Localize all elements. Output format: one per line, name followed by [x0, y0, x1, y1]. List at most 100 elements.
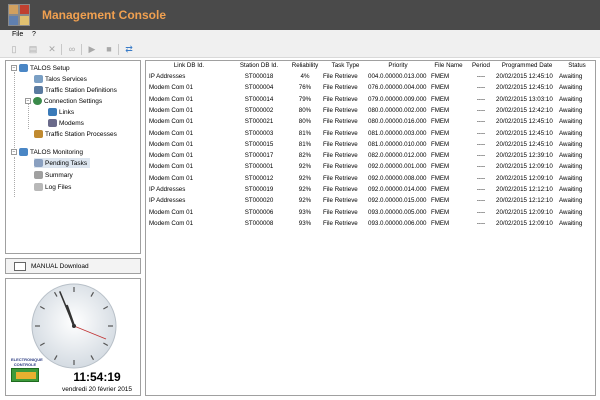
table-cell: 093.0.00000.006.000 — [368, 219, 427, 227]
tree-node-log-files[interactable]: Log Files — [34, 182, 71, 192]
table-row[interactable]: Modem Com 01 ST000021 80% File Retrieve 080.… — [146, 117, 595, 127]
tree-node-pending-tasks[interactable]: Pending Tasks — [34, 158, 91, 168]
tree-node-traffic-station-definitions[interactable]: Traffic Station Definitions — [34, 85, 117, 95]
table-cell: Awaiting — [559, 152, 583, 160]
process-icon — [34, 130, 43, 138]
menu-file[interactable]: File — [12, 31, 23, 38]
table-cell: Awaiting — [559, 197, 583, 205]
table-cell: ST000014 — [244, 95, 274, 103]
table-cell: File Retrieve — [323, 197, 358, 205]
refresh-icon[interactable]: ⇄ — [123, 44, 135, 55]
tree-node-summary[interactable]: Summary — [34, 170, 73, 180]
tree-label: Summary — [45, 171, 73, 179]
table-cell: File Retrieve — [323, 174, 358, 182]
play-icon[interactable]: ▶ — [86, 44, 98, 55]
column-header[interactable]: Period — [466, 61, 496, 71]
table-row[interactable]: Modem Com 01 ST000014 79% File Retrieve 079.… — [146, 95, 595, 105]
manual-download-button[interactable]: MANUAL Download — [5, 258, 141, 274]
table-cell: ---- — [476, 208, 486, 216]
table-cell: ST000004 — [244, 84, 274, 92]
table-row[interactable]: IP Addresses ST000020 92% File Retrieve 092.… — [146, 196, 595, 206]
table-cell: IP Addresses — [149, 186, 186, 193]
table-cell: ---- — [476, 219, 486, 227]
table-cell: Modem Com 01 — [149, 129, 194, 137]
table-row[interactable]: Modem Com 01 ST000015 81% File Retrieve 081.… — [146, 140, 595, 150]
table-row[interactable]: IP Addresses ST000019 92% File Retrieve 092.… — [146, 185, 595, 195]
table-cell: Awaiting — [559, 73, 583, 80]
table-cell: 082.0.00000.012.000 — [368, 152, 427, 160]
table-cell: Awaiting — [559, 208, 583, 216]
stop-icon[interactable]: ■ — [103, 44, 115, 55]
collapse-icon[interactable]: − — [11, 65, 17, 71]
services-icon — [34, 75, 43, 83]
column-header[interactable]: File Name — [431, 61, 466, 71]
table-cell: Modem Com 01 — [149, 219, 194, 227]
table-cell: 081.0.00000.003.000 — [368, 129, 427, 137]
table-cell: ---- — [476, 73, 486, 80]
link-icon[interactable]: ∞ — [66, 44, 78, 55]
menu-help[interactable]: ? — [32, 31, 36, 38]
column-header[interactable]: Link DB Id. — [149, 61, 229, 71]
tree-label: Talos Services — [45, 75, 87, 83]
column-header[interactable]: Reliability — [289, 61, 321, 71]
table-cell: 20/02/2015 12:45:10 — [496, 84, 553, 92]
table-cell: ---- — [476, 95, 486, 103]
table-row[interactable]: Modem Com 01 ST000003 81% File Retrieve 081.… — [146, 129, 595, 139]
collapse-icon[interactable]: − — [25, 98, 31, 104]
tree-node-connection-settings[interactable]: − Connection Settings — [25, 96, 102, 106]
table-cell: 92% — [298, 186, 312, 193]
table-cell: Awaiting — [559, 174, 583, 182]
table-cell: FMEM — [431, 95, 450, 103]
table-cell: Modem Com 01 — [149, 208, 194, 216]
table-header: Link DB Id. Station DB Id. Reliability Task… — [146, 61, 595, 71]
tree-node-modems[interactable]: Modems — [48, 118, 84, 128]
table-cell: 20/02/2015 12:45:10 — [496, 118, 553, 126]
table-row[interactable]: Modem Com 01 ST000004 76% File Retrieve 076.… — [146, 83, 595, 93]
new-icon[interactable]: ▯ — [8, 44, 20, 55]
tree-node-links[interactable]: Links — [48, 107, 74, 117]
table-cell: Awaiting — [559, 129, 583, 137]
table-cell: 20/02/2015 12:42:10 — [496, 106, 553, 114]
table-cell: Awaiting — [559, 84, 583, 92]
table-cell: 80% — [298, 106, 312, 114]
tree-node-traffic-station-processes[interactable]: Traffic Station Processes — [34, 129, 117, 139]
table-row[interactable]: IP Addresses ST000018 4% File Retrieve 004.0… — [146, 72, 595, 82]
table-cell: FMEM — [431, 118, 450, 126]
column-header[interactable]: Status — [559, 61, 595, 71]
tree-node-talos-setup[interactable]: − TALOS Setup — [11, 63, 70, 73]
table-cell: ST000006 — [244, 208, 274, 216]
table-cell: FMEM — [431, 163, 450, 171]
table-cell: ST000001 — [244, 163, 274, 171]
table-cell: 080.0.00000.002.000 — [368, 106, 427, 114]
table-cell: 93% — [298, 208, 312, 216]
table-cell: Awaiting — [559, 163, 583, 171]
column-header[interactable]: Task Type — [323, 61, 368, 71]
table-cell: File Retrieve — [323, 163, 358, 171]
table-cell: 4% — [300, 73, 310, 80]
delete-icon[interactable]: ✕ — [46, 44, 58, 55]
column-header[interactable]: Programmed Date — [496, 61, 558, 71]
table-cell: Awaiting — [559, 118, 583, 126]
edit-icon[interactable]: ▤ — [27, 44, 39, 55]
company-logo: ELECTRONIQUE CONTROLE — [11, 357, 43, 392]
table-row[interactable]: Modem Com 01 ST000017 82% File Retrieve 082.… — [146, 151, 595, 161]
table-row[interactable]: Modem Com 01 ST000002 80% File Retrieve 080.… — [146, 106, 595, 116]
table-cell: Awaiting — [559, 140, 583, 148]
tree-node-talos-monitoring[interactable]: − TALOS Monitoring — [11, 147, 83, 157]
table-cell: 076.0.00000.004.000 — [368, 84, 427, 92]
table-row[interactable]: Modem Com 01 ST000008 93% File Retrieve 093.… — [146, 219, 595, 229]
table-cell: 080.0.00000.016.000 — [368, 118, 427, 126]
table-cell: Modem Com 01 — [149, 174, 194, 182]
table-row[interactable]: Modem Com 01 ST000001 92% File Retrieve 092.… — [146, 162, 595, 172]
table-cell: 093.0.00000.005.000 — [368, 208, 427, 216]
table-cell: IP Addresses — [149, 73, 186, 80]
column-header[interactable]: Priority — [368, 61, 428, 71]
tree-label: TALOS Setup — [30, 64, 70, 72]
table-cell: 82% — [298, 152, 312, 160]
table-row[interactable]: Modem Com 01 ST000012 92% File Retrieve 092.… — [146, 174, 595, 184]
tree-node-talos-services[interactable]: Talos Services — [34, 74, 87, 84]
table-cell: 92% — [298, 174, 312, 182]
collapse-icon[interactable]: − — [11, 149, 17, 155]
table-row[interactable]: Modem Com 01 ST000006 93% File Retrieve 093.… — [146, 208, 595, 218]
column-header[interactable]: Station DB Id. — [229, 61, 289, 71]
